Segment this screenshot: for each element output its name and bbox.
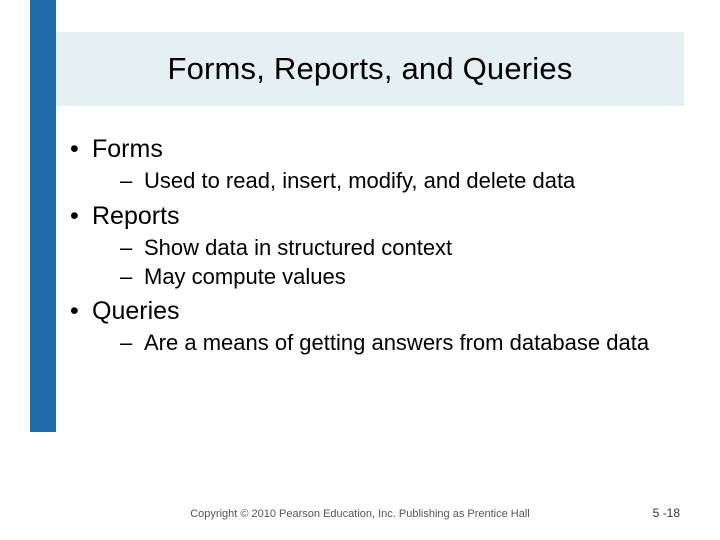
bullet-l2: Used to read, insert, modify, and delete… (70, 167, 680, 195)
bullet-l1: Reports (70, 201, 680, 232)
bullet-l1: Forms (70, 134, 680, 165)
bullet-group: Forms Used to read, insert, modify, and … (70, 134, 680, 195)
bullet-group: Reports Show data in structured context … (70, 201, 680, 290)
bullet-l2: Are a means of getting answers from data… (70, 329, 680, 357)
slide-title: Forms, Reports, and Queries (167, 51, 572, 87)
bullet-group: Queries Are a means of getting answers f… (70, 296, 680, 357)
bullet-l2: May compute values (70, 263, 680, 291)
title-container: Forms, Reports, and Queries (56, 32, 684, 106)
accent-bar (30, 0, 56, 432)
page-number: 5 -18 (653, 506, 680, 520)
content-area: Forms Used to read, insert, modify, and … (70, 134, 680, 363)
bullet-l1: Queries (70, 296, 680, 327)
bullet-l2: Show data in structured context (70, 234, 680, 262)
copyright-footer: Copyright © 2010 Pearson Education, Inc.… (0, 508, 720, 520)
